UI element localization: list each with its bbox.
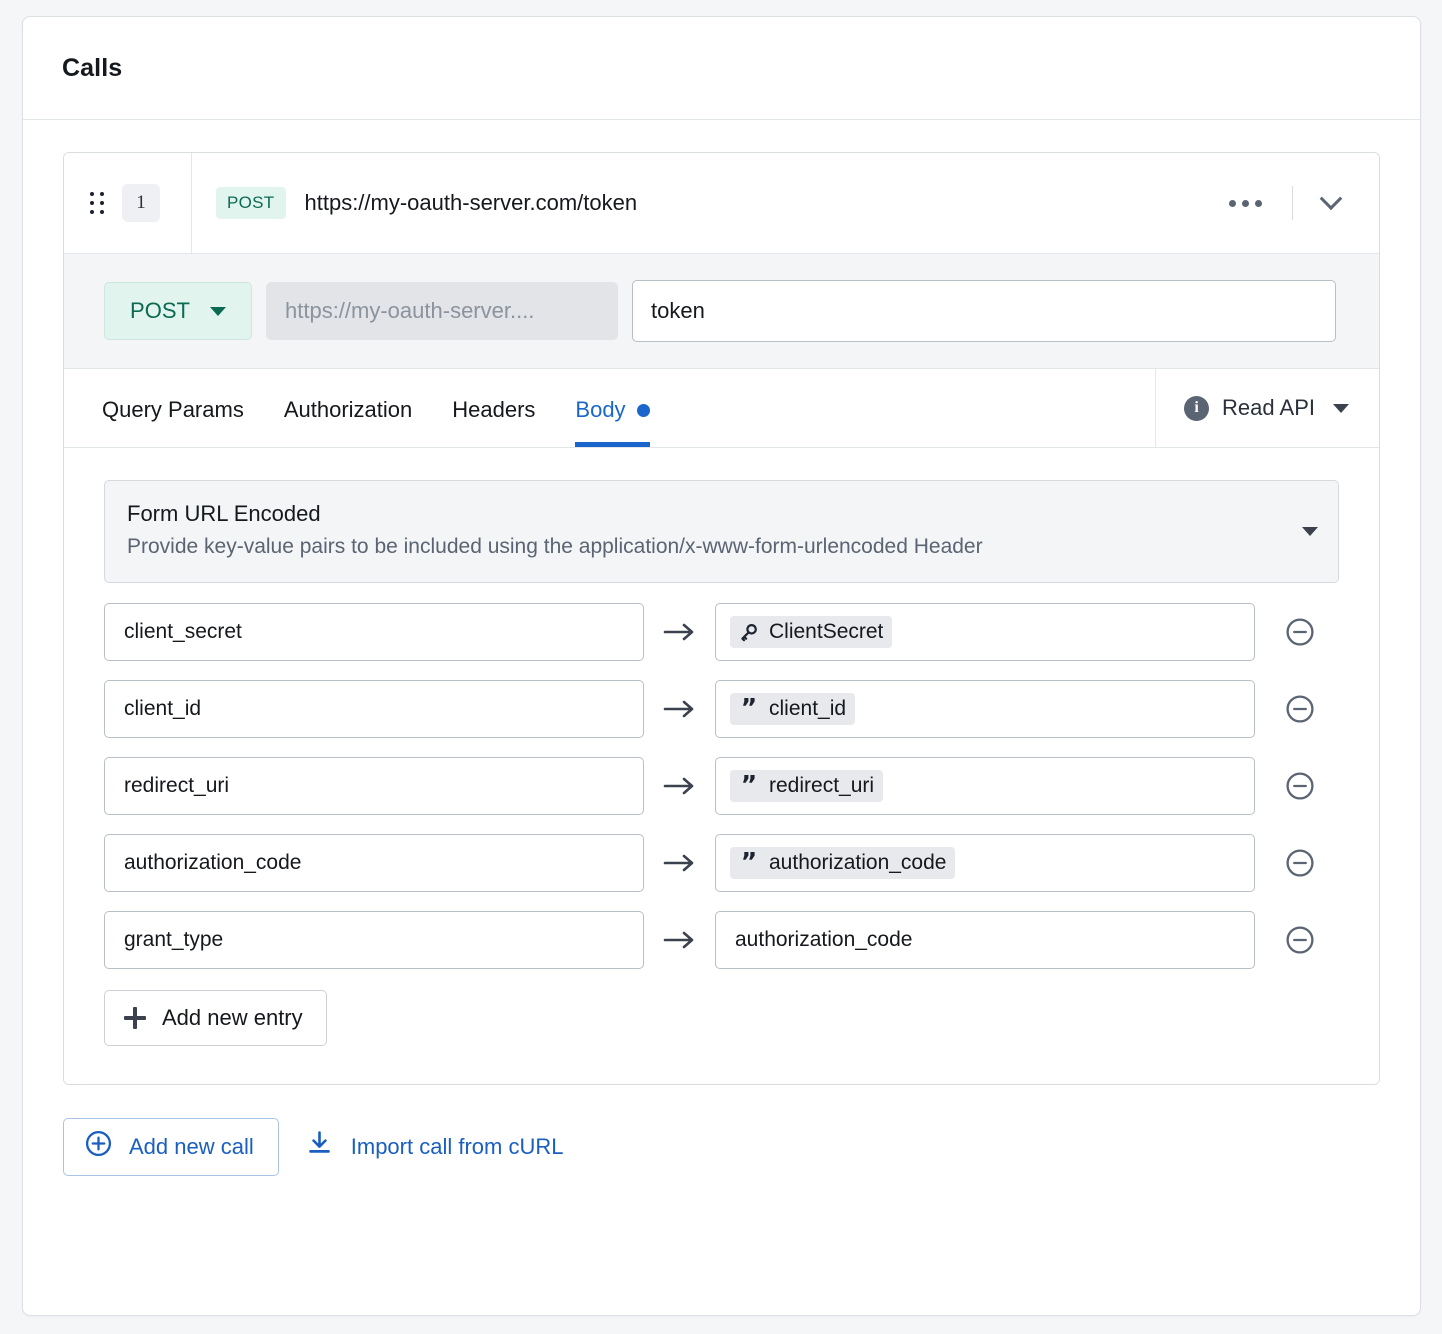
chevron-down-icon: [209, 306, 226, 316]
minus-circle-icon[interactable]: [1283, 615, 1317, 649]
drag-handle-icon[interactable]: [90, 192, 104, 214]
entry-value-text: authorization_code: [735, 927, 913, 951]
variable-token-chip: ” client_id: [730, 692, 856, 725]
entry-value-field[interactable]: ” authorization_code: [715, 833, 1255, 892]
table-row: ” authorization_code: [104, 833, 1339, 892]
entry-key-input[interactable]: [104, 756, 644, 815]
entry-value-text: client_id: [769, 696, 847, 720]
arrow-right-icon: [644, 776, 715, 796]
minus-circle-icon[interactable]: [1283, 769, 1317, 803]
method-select[interactable]: POST: [104, 282, 252, 340]
call-header-actions: [1215, 186, 1379, 220]
tab-headers[interactable]: Headers: [452, 369, 535, 447]
add-new-call-label: Add new call: [129, 1133, 254, 1159]
key-icon: [738, 621, 760, 643]
body-type-title: Form URL Encoded: [127, 501, 321, 526]
plus-icon: [124, 1006, 146, 1029]
tab-label: Query Params: [102, 397, 244, 422]
entry-key-input[interactable]: [104, 602, 644, 661]
call-index-badge: 1: [122, 184, 160, 222]
add-new-entry-label: Add new entry: [162, 1004, 303, 1030]
form-entries-list: ClientSecret: [104, 602, 1339, 969]
entry-value-field[interactable]: ClientSecret: [715, 602, 1255, 661]
calls-card: Calls 1 POST https://my-oauth-server.com…: [22, 16, 1421, 1316]
table-row: ” client_id: [104, 679, 1339, 738]
card-body: 1 POST https://my-oauth-server.com/token: [23, 120, 1420, 1176]
body-type-subtitle: Provide key-value pairs to be included u…: [127, 535, 983, 559]
tab-query-params[interactable]: Query Params: [102, 369, 244, 447]
tab-authorization[interactable]: Authorization: [284, 369, 412, 447]
import-curl-label: Import call from cURL: [350, 1133, 564, 1159]
variable-token-chip: ” authorization_code: [730, 846, 956, 879]
request-tabs: Query Params Authorization Headers Body: [64, 369, 1157, 447]
entry-key-input[interactable]: [104, 679, 644, 738]
read-api-selector[interactable]: i Read API: [1156, 369, 1379, 447]
tab-label: Headers: [452, 397, 536, 422]
table-row: ClientSecret: [104, 602, 1339, 661]
chevron-down-icon: [1302, 527, 1318, 537]
entry-value-text: authorization_code: [769, 850, 947, 874]
entry-key-input[interactable]: [104, 833, 644, 892]
entry-value-field[interactable]: ” redirect_uri: [715, 756, 1255, 815]
method-select-label: POST: [130, 298, 190, 323]
add-new-call-button[interactable]: Add new call: [63, 1117, 279, 1176]
entry-key-input[interactable]: [104, 910, 644, 969]
download-icon: [305, 1129, 334, 1164]
divider: [1292, 186, 1293, 220]
body-type-select[interactable]: Form URL Encoded Provide key-value pairs…: [104, 480, 1339, 583]
call-url-text: https://my-oauth-server.com/token: [304, 190, 638, 215]
body-panel: Form URL Encoded Provide key-value pairs…: [64, 448, 1379, 1084]
arrow-right-icon: [644, 699, 715, 719]
call-block: 1 POST https://my-oauth-server.com/token: [63, 152, 1380, 1085]
table-row: ” redirect_uri: [104, 756, 1339, 815]
add-new-entry-button[interactable]: Add new entry: [104, 989, 327, 1046]
call-header-summary[interactable]: POST https://my-oauth-server.com/token: [192, 187, 1215, 219]
quote-icon: ”: [740, 847, 758, 877]
import-curl-button[interactable]: Import call from cURL: [305, 1129, 564, 1164]
quote-icon: ”: [740, 693, 758, 723]
tab-label: Authorization: [283, 397, 413, 422]
table-row: authorization_code: [104, 910, 1339, 969]
entry-value-field[interactable]: authorization_code: [715, 910, 1255, 969]
tab-label: Body: [575, 397, 626, 422]
chevron-down-icon: [1333, 403, 1349, 413]
page-title: Calls: [62, 53, 123, 82]
chevron-down-icon[interactable]: [1309, 187, 1353, 219]
info-icon: i: [1184, 395, 1210, 421]
tab-modified-dot-icon: [636, 403, 650, 417]
call-header-row: 1 POST https://my-oauth-server.com/token: [64, 153, 1379, 254]
variable-token-chip: ” redirect_uri: [730, 769, 884, 802]
minus-circle-icon[interactable]: [1283, 692, 1317, 726]
call-handle-zone: 1: [64, 153, 192, 253]
arrow-right-icon: [644, 930, 715, 950]
path-input[interactable]: [632, 280, 1336, 342]
ellipsis-icon[interactable]: [1215, 190, 1276, 217]
secret-token-chip: ClientSecret: [730, 615, 893, 648]
plus-circle-icon: [84, 1129, 113, 1164]
entry-value-text: redirect_uri: [769, 773, 875, 797]
base-url-field: https://my-oauth-server....: [266, 282, 618, 340]
quote-icon: ”: [740, 770, 758, 800]
tab-body[interactable]: Body: [575, 369, 650, 447]
request-tabs-row: Query Params Authorization Headers Body …: [64, 369, 1379, 448]
calls-footer: Add new call Import call from cURL: [63, 1085, 1380, 1176]
entry-value-text: ClientSecret: [769, 619, 884, 643]
entry-value-field[interactable]: ” client_id: [715, 679, 1255, 738]
call-method-badge: POST: [216, 187, 286, 219]
arrow-right-icon: [644, 853, 715, 873]
read-api-label: Read API: [1222, 395, 1315, 420]
url-editor-row: POST https://my-oauth-server....: [64, 254, 1379, 369]
minus-circle-icon[interactable]: [1283, 846, 1317, 880]
arrow-right-icon: [644, 622, 715, 642]
card-header: Calls: [23, 17, 1420, 120]
minus-circle-icon[interactable]: [1283, 923, 1317, 957]
